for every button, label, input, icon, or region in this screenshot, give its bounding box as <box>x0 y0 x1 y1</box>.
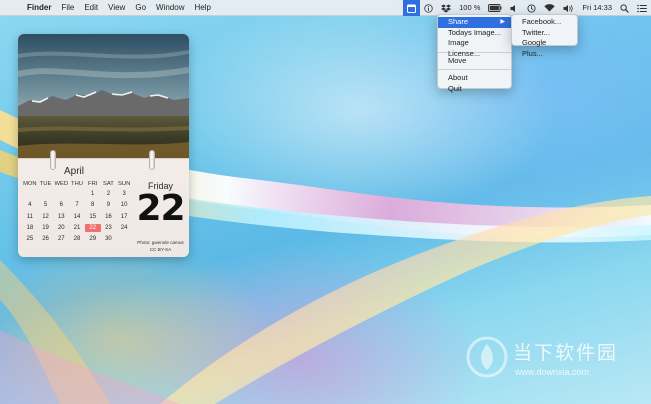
share-submenu: Facebook... Twitter... Google Plus... <box>511 14 578 58</box>
calendar-day: 28 <box>73 235 81 242</box>
calendar-day <box>38 190 54 198</box>
calendar-day: 15 <box>89 213 97 220</box>
calendar-day: 19 <box>42 224 49 231</box>
menu-item-share[interactable]: Share ▶ <box>438 17 511 28</box>
day-number: 22 <box>136 188 185 229</box>
binder-ring-right <box>149 150 155 170</box>
calendar-day: 29 <box>89 235 97 242</box>
calendar-widget[interactable]: April MON TUE WED THU FRI SAT SUN 1 2 3 4 5 6 7 8 9 10 11… <box>18 34 189 257</box>
menu-bar-left: Finder File Edit View Go Window Help <box>0 0 216 16</box>
share-facebook[interactable]: Facebook... <box>512 17 577 28</box>
spotlight-icon[interactable] <box>616 0 633 16</box>
menu-window[interactable]: Window <box>151 0 189 16</box>
calendar-day: 18 <box>26 224 34 231</box>
notification-center-icon[interactable] <box>633 0 651 16</box>
menu-finder[interactable]: Finder <box>22 0 56 16</box>
menu-item-share-label: Share <box>448 17 469 26</box>
weekday-header: THU <box>71 181 83 187</box>
photo-credit-author: Photo: gwenole camus <box>137 240 184 245</box>
menu-edit[interactable]: Edit <box>79 0 103 16</box>
share-twitter[interactable]: Twitter... <box>512 28 577 39</box>
calendar-day: 21 <box>73 224 81 231</box>
weekday-header: FRI <box>88 181 98 187</box>
calendar-day: 10 <box>120 202 128 209</box>
menu-separator <box>438 69 511 70</box>
calendar-grid: MON TUE WED THU FRI SAT SUN 1 2 3 4 5 6 7 8 9 10 11 12 13 14… <box>22 181 132 243</box>
calendar-day: 11 <box>26 213 33 220</box>
landscape-photo <box>18 34 189 158</box>
calendar-app-icon[interactable] <box>403 0 421 16</box>
calendar-day-today: 22 <box>84 223 101 232</box>
share-google-plus[interactable]: Google Plus... <box>512 38 577 58</box>
calendar-day: 25 <box>26 235 34 242</box>
calendar-day: 23 <box>105 224 112 231</box>
calendar-day: 26 <box>42 235 49 242</box>
calendar-day <box>69 190 85 198</box>
calendar-day: 27 <box>57 235 65 242</box>
submenu-arrow-icon: ▶ <box>500 19 505 25</box>
app-dropdown-menu: Share ▶ Todays Image... Image License...… <box>437 14 512 93</box>
calendar-day: 1 <box>91 191 95 198</box>
calendar-day <box>53 190 69 198</box>
calendar-day: 12 <box>42 213 49 220</box>
menu-view[interactable]: View <box>103 0 130 16</box>
weekday-header: MON <box>23 181 37 187</box>
clock[interactable]: Fri 14:33 <box>578 0 616 16</box>
calendar-day: 8 <box>91 202 95 209</box>
calendar-day: 16 <box>105 213 112 220</box>
calendar-day: 13 <box>57 213 65 220</box>
menu-item-quit[interactable]: Quit <box>438 84 511 95</box>
weekday-header: SAT <box>103 181 114 187</box>
calendar-day: 7 <box>75 202 79 209</box>
calendar-day: 14 <box>73 213 81 220</box>
menu-item-move[interactable]: Move <box>438 56 511 67</box>
calendar-day <box>116 235 132 243</box>
menu-item-about[interactable]: About <box>438 73 511 84</box>
calendar-sheet: April MON TUE WED THU FRI SAT SUN 1 2 3 4 5 6 7 8 9 10 11… <box>18 150 189 257</box>
calendar-day: 30 <box>105 235 112 242</box>
menu-help[interactable]: Help <box>189 0 215 16</box>
month-label: April <box>63 166 84 177</box>
calendar-day: 9 <box>106 202 111 209</box>
watermark-text: 当下软件园 <box>513 342 619 364</box>
info-icon[interactable] <box>420 0 437 16</box>
watermark-url: www.downxia.com <box>515 367 590 377</box>
weekday-header: SUN <box>118 181 131 187</box>
calendar-day <box>22 190 38 198</box>
calendar-day: 20 <box>57 224 65 231</box>
photo-credit-license: CC BY-SA <box>149 247 172 252</box>
calendar-day: 5 <box>43 202 48 209</box>
calendar-day: 3 <box>122 191 126 198</box>
calendar-day: 17 <box>120 213 128 220</box>
calendar-day: 6 <box>59 202 63 209</box>
watermark-logo-icon <box>466 336 508 378</box>
calendar-day: 24 <box>120 224 128 231</box>
calendar-day: 2 <box>106 191 111 198</box>
weekday-header: WED <box>54 181 69 187</box>
menu-item-image-license[interactable]: Image License... <box>438 38 511 58</box>
menu-go[interactable]: Go <box>130 0 151 16</box>
menu-file[interactable]: File <box>56 0 79 16</box>
weekday-header: TUE <box>39 181 52 187</box>
photo-credit: Photo: gwenole camus CC BY-SA <box>132 239 189 253</box>
calendar-day: 4 <box>28 202 32 209</box>
menu-item-todays-image[interactable]: Todays Image... <box>438 28 511 39</box>
